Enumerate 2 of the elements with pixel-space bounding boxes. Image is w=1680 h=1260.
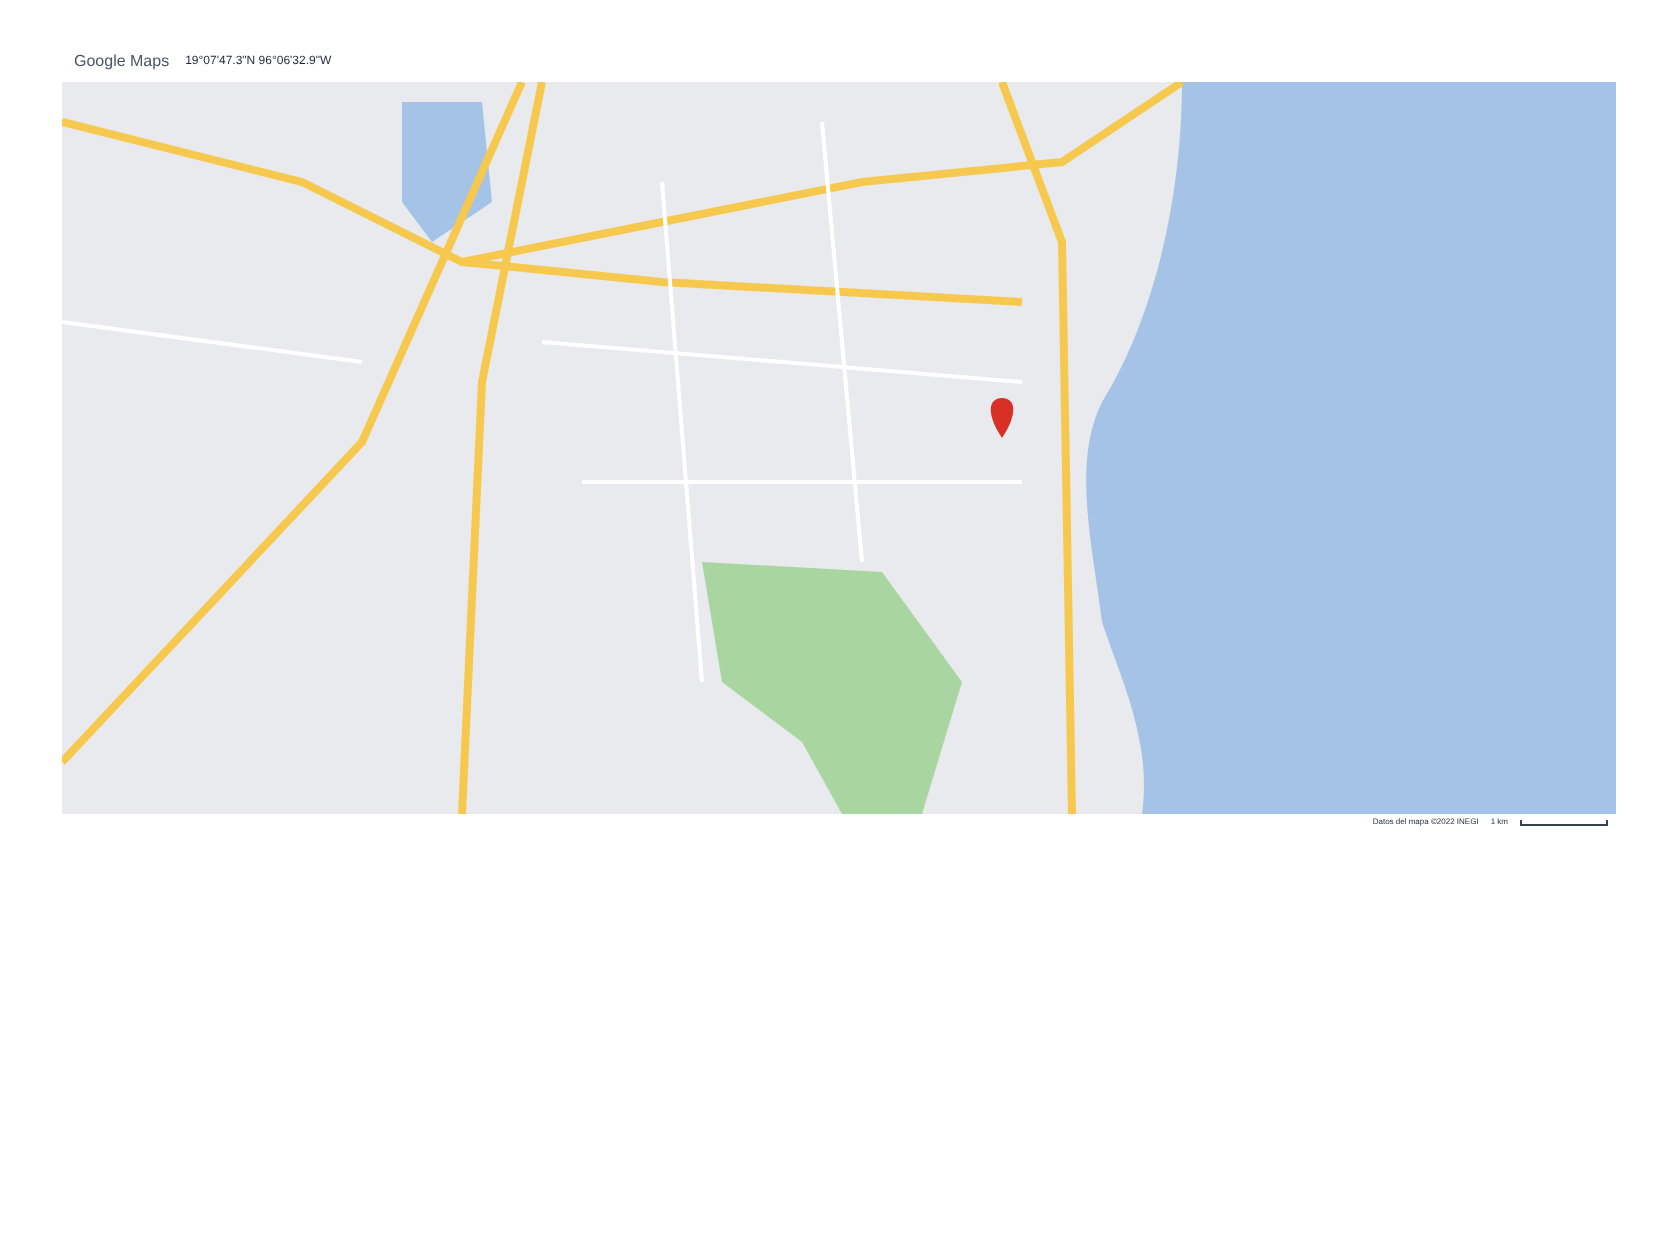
logo-text: Google Maps xyxy=(74,54,170,70)
scale-bar-icon xyxy=(1520,819,1608,825)
